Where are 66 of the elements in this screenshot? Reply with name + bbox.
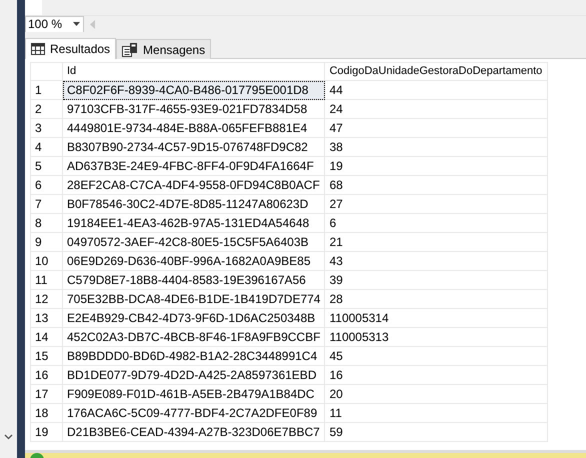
table-cell: 59 bbox=[324, 422, 548, 442]
row-number: 16 bbox=[30, 366, 62, 384]
table-cell: 38 bbox=[324, 138, 548, 156]
row-number: 17 bbox=[30, 384, 62, 404]
table-cell: B8307B90-2734-4C57-9D15-076748FD9C82 bbox=[62, 138, 325, 156]
table-cell: 176ACA6C-5C09-4777-BDF4-2C7A2DFE0F89 bbox=[62, 404, 325, 422]
row-number: 13 bbox=[30, 308, 62, 328]
table-cell: 452C02A3-DB7C-4BCB-8F46-1F8A9FB9CCBF bbox=[62, 328, 325, 346]
table-cell: 39 bbox=[324, 270, 548, 290]
table-cell: 44 bbox=[324, 80, 548, 100]
row-number: 11 bbox=[30, 270, 62, 290]
table-cell: 27 bbox=[324, 194, 548, 214]
row-number: 4 bbox=[30, 138, 62, 156]
row-number: 3 bbox=[30, 118, 62, 138]
column-header[interactable]: CodigoDaUnidadeGestoraDoDepartamento bbox=[324, 62, 548, 80]
table-cell: B0F78546-30C2-4D7E-8D85-11247A80623D bbox=[62, 194, 325, 214]
tab[interactable]: Resultados bbox=[25, 38, 116, 59]
row-number: 5 bbox=[30, 156, 62, 176]
table-cell: E2E4B929-CB42-4D73-9F6D-1D6AC250348B bbox=[62, 308, 325, 328]
table-cell: 19184EE1-4EA3-462B-97A5-131ED4A54648 bbox=[62, 214, 325, 232]
table-cell: B89BDDD0-BD6D-4982-B1A2-28C3448991C4 bbox=[62, 346, 325, 366]
table-cell: F909E089-F01D-461B-A5EB-2B479A1B84DC bbox=[62, 384, 325, 404]
row-number: 9 bbox=[30, 232, 62, 252]
chevron-down-icon[interactable] bbox=[4, 434, 13, 440]
row-number: 19 bbox=[30, 422, 62, 442]
table-cell: 24 bbox=[324, 100, 548, 118]
table-cell: 21 bbox=[324, 232, 548, 252]
table-cell: 45 bbox=[324, 346, 548, 366]
grid-icon bbox=[31, 43, 45, 55]
table-cell: 04970572-3AEF-42C8-80E5-15C5F5A6403B bbox=[62, 232, 325, 252]
table-cell: C8F02F6F-8939-4CA0-B486-017795E001D8 bbox=[62, 80, 325, 100]
row-number: 7 bbox=[30, 194, 62, 214]
row-number: 14 bbox=[30, 328, 62, 346]
table-cell: 06E9D269-D636-40BF-996A-1682A0A9BE85 bbox=[62, 252, 325, 270]
zoom-dropdown[interactable]: 100 % bbox=[25, 16, 84, 32]
table-cell: 28 bbox=[324, 290, 548, 308]
table-cell: 43 bbox=[324, 252, 548, 270]
table-cell: 47 bbox=[324, 118, 548, 138]
row-number: 6 bbox=[30, 176, 62, 194]
success-icon bbox=[30, 453, 44, 458]
table-cell: 6 bbox=[324, 214, 548, 232]
row-number: 10 bbox=[30, 252, 62, 270]
row-number: 12 bbox=[30, 290, 62, 308]
table-cell: BD1DE077-9D79-4D2D-A425-2A8597361EBD bbox=[62, 366, 325, 384]
row-number: 2 bbox=[30, 100, 62, 118]
caret-icon[interactable] bbox=[73, 22, 80, 26]
table-cell: 110005314 bbox=[324, 308, 548, 328]
table-cell: C579D8E7-18B8-4404-8583-19E396167A56 bbox=[62, 270, 325, 290]
table-cell: 68 bbox=[324, 176, 548, 194]
table-cell: 28EF2CA8-C7CA-4DF4-9558-0FD94C8B0ACF bbox=[62, 176, 325, 194]
table-cell: 4449801E-9734-484E-B88A-065FEFB881E4 bbox=[62, 118, 325, 138]
column-header[interactable]: Id bbox=[62, 62, 325, 80]
table-cell: 97103CFB-317F-4655-93E9-021FD7834D58 bbox=[62, 100, 325, 118]
table-cell: 110005313 bbox=[324, 328, 548, 346]
table-cell: 19 bbox=[324, 156, 548, 176]
tab[interactable]: Mensagens bbox=[116, 39, 212, 59]
table-cell: 16 bbox=[324, 366, 548, 384]
table-cell: AD637B3E-24E9-4FBC-8FF4-0F9D4FA1664F bbox=[62, 156, 325, 176]
table-cell: 20 bbox=[324, 384, 548, 404]
row-number: 18 bbox=[30, 404, 62, 422]
row-number: 15 bbox=[30, 346, 62, 366]
table-cell: 11 bbox=[324, 404, 548, 422]
table-cell: 705E32BB-DCA8-4DE6-B1DE-1B419D7DE774 bbox=[62, 290, 325, 308]
row-number: 8 bbox=[30, 214, 62, 232]
messages-icon bbox=[122, 42, 138, 56]
table-cell: D21B3BE6-CEAD-4394-A27B-323D06E7BBC7 bbox=[62, 422, 325, 442]
